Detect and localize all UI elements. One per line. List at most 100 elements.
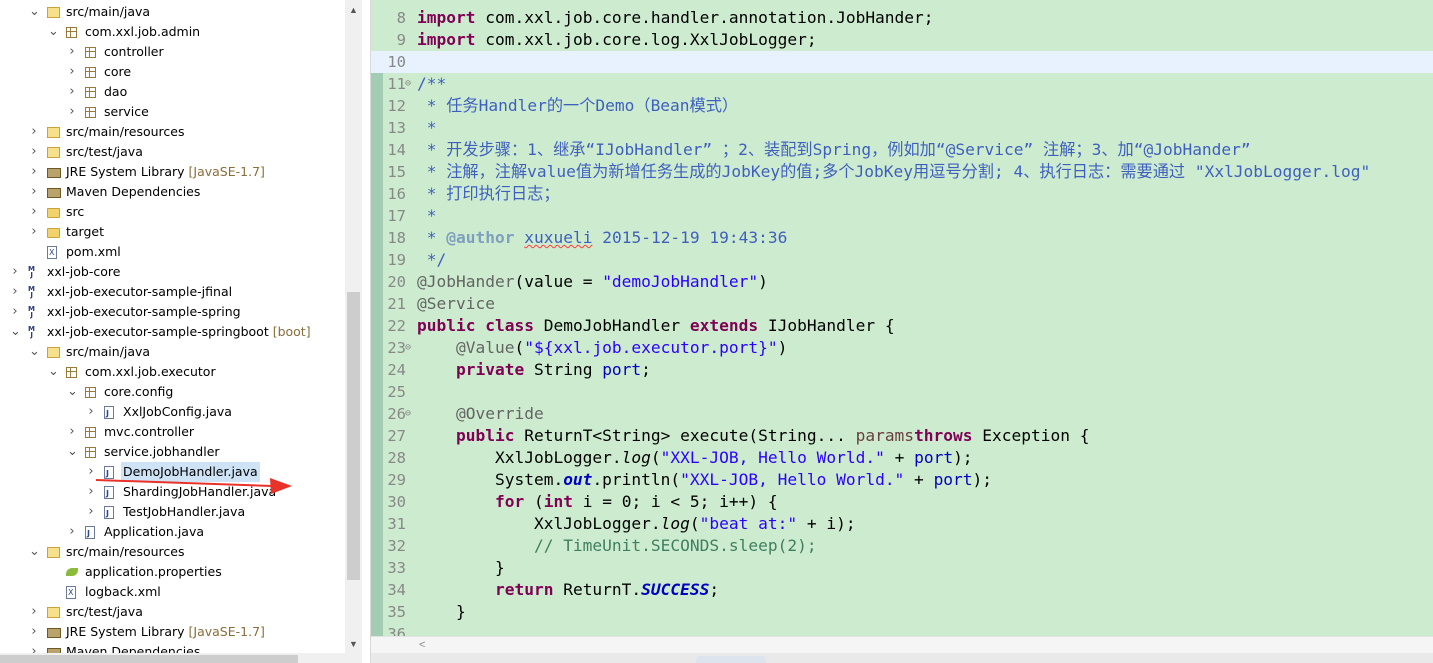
tree-item-label: src/main/java	[66, 344, 151, 359]
code-token: 2015-12-19 19:43:36	[592, 228, 788, 247]
code-token: @author	[446, 228, 515, 247]
chevron-right-icon[interactable]: ›	[86, 402, 96, 422]
code-line[interactable]: 30 for (int i = 0; i < 5; i++) {	[371, 491, 1433, 513]
code-token: port	[914, 448, 954, 467]
chevron-down-icon[interactable]: ⌄	[29, 542, 40, 562]
code-line[interactable]: 35 }	[371, 601, 1433, 623]
fold-toggle-icon[interactable]: ⊖	[405, 337, 414, 359]
code-text: for (int i = 0; i < 5; i++) {	[417, 491, 778, 513]
tree-item-label: dao	[104, 84, 128, 99]
code-line[interactable]: 27 public ReturnT<String> execute(String…	[371, 425, 1433, 447]
fold-toggle-icon[interactable]: ⊖	[405, 73, 414, 95]
chevron-right-icon[interactable]: ›	[29, 182, 39, 202]
code-token: port	[933, 470, 973, 489]
code-line[interactable]: 10	[371, 51, 1433, 73]
code-line[interactable]: 14 * 开发步骤：1、继承“IJobHandler” ；2、装配到Spring…	[371, 139, 1433, 161]
code-line[interactable]: 22 public class DemoJobHandler extends IJ…	[371, 315, 1433, 337]
tree-item-label: src/test/java	[66, 604, 143, 619]
chevron-right-icon[interactable]: ›	[86, 502, 96, 522]
code-text: */	[417, 249, 447, 271]
code-line[interactable]: 24 private String port;	[371, 359, 1433, 381]
chevron-right-icon[interactable]: ›	[67, 42, 77, 62]
code-line[interactable]: 12 * 任务Handler的一个Demo（Bean模式）	[371, 95, 1433, 117]
code-line[interactable]: 31 XxlJobLogger.log("beat at:" + i);	[371, 513, 1433, 535]
chevron-right-icon[interactable]: ›	[67, 82, 77, 102]
scroll-up-icon[interactable]: ▲	[345, 2, 362, 19]
scroll-thumb[interactable]	[347, 292, 360, 580]
chevron-right-icon[interactable]: ›	[67, 102, 77, 122]
tree-item-decoration: [boot]	[268, 324, 311, 339]
code-token: Exception {	[972, 426, 1090, 445]
explorer-vertical-scrollbar[interactable]: ▲ ▼	[345, 0, 362, 663]
tree-item-label: xxl-job-core	[47, 264, 121, 279]
tree-item-label: com.xxl.job.admin	[85, 24, 201, 39]
chevron-right-icon[interactable]: ›	[29, 602, 39, 622]
chevron-right-icon[interactable]: ›	[10, 302, 20, 322]
chevron-down-icon[interactable]: ⌄	[67, 382, 78, 402]
chevron-right-icon[interactable]: ›	[86, 482, 96, 502]
code-line[interactable]: 11 ⊖/**	[371, 73, 1433, 95]
code-line[interactable]: 25	[371, 381, 1433, 403]
code-line[interactable]: 8 import com.xxl.job.core.handler.annotat…	[371, 7, 1433, 29]
tree-item-label: src	[66, 204, 85, 219]
code-line[interactable]: 20 @JobHander(value = "demoJobHandler")	[371, 271, 1433, 293]
code-line[interactable]: 28 XxlJobLogger.log("XXL-JOB, Hello Worl…	[371, 447, 1433, 469]
chevron-right-icon[interactable]: ›	[86, 462, 96, 482]
code-line[interactable]: 17 *	[371, 205, 1433, 227]
code-line[interactable]: 21 @Service	[371, 293, 1433, 315]
code-token: );	[953, 448, 973, 467]
maven-project-icon: M J	[28, 325, 35, 339]
scroll-thumb-horizontal[interactable]	[0, 655, 298, 663]
code-line[interactable]: 33 }	[371, 557, 1433, 579]
tree-item-label: ShardingJobHandler.java	[123, 484, 277, 499]
code-editor[interactable]: 8 import com.xxl.job.core.handler.annotat…	[370, 0, 1433, 663]
chevron-right-icon[interactable]: ›	[67, 422, 77, 442]
code-line[interactable]: 16 * 打印执行日志；	[371, 183, 1433, 205]
chevron-right-icon[interactable]: ›	[29, 622, 39, 642]
code-line[interactable]: 23 ⊖ @Value("${xxl.job.executor.port}")	[371, 337, 1433, 359]
package-icon	[85, 47, 96, 58]
code-line[interactable]: 18 * @author xuxueli 2015-12-19 19:43:36	[371, 227, 1433, 249]
chevron-right-icon[interactable]: ›	[67, 62, 77, 82]
chevron-right-icon[interactable]: ›	[29, 142, 39, 162]
chevron-down-icon[interactable]: ⌄	[10, 322, 21, 342]
code-line[interactable]: 15 * 注解，注解value值为新增任务生成的JobKey的值;多个JobKe…	[371, 161, 1433, 183]
chevron-right-icon[interactable]: ›	[29, 162, 39, 182]
scroll-left-icon[interactable]: <	[419, 637, 425, 654]
chevron-down-icon[interactable]: ⌄	[29, 342, 40, 362]
chevron-right-icon[interactable]: ›	[29, 122, 39, 142]
chevron-right-icon[interactable]: ›	[67, 522, 77, 542]
line-number: 35	[387, 603, 406, 621]
tree-item-label: com.xxl.job.executor	[85, 364, 216, 379]
chevron-right-icon[interactable]: ›	[10, 282, 20, 302]
code-token: "demoJobHandler"	[602, 272, 759, 291]
tree-item-label: core.config	[104, 384, 174, 399]
code-line[interactable]: 34 return ReturnT.SUCCESS;	[371, 579, 1433, 601]
code-line[interactable]: 32 // TimeUnit.SECONDS.sleep(2);	[371, 535, 1433, 557]
code-line[interactable]: 19 */	[371, 249, 1433, 271]
chevron-right-icon[interactable]: ›	[10, 262, 20, 282]
code-token: return	[494, 580, 554, 599]
chevron-right-icon[interactable]: ›	[29, 202, 39, 222]
code-text: * 注解，注解value值为新增任务生成的JobKey的值;多个JobKey用逗…	[417, 161, 1371, 183]
bottom-tab[interactable]	[696, 656, 766, 663]
code-line[interactable]: 13 *	[371, 117, 1433, 139]
code-token: System.	[417, 470, 564, 489]
chevron-down-icon[interactable]: ⌄	[29, 2, 40, 22]
chevron-down-icon[interactable]: ⌄	[48, 362, 59, 382]
chevron-down-icon[interactable]: ⌄	[67, 442, 78, 462]
editor-horizontal-scrollbar[interactable]: <	[371, 636, 1433, 654]
code-token: DemoJobHandler	[533, 316, 690, 335]
code-line[interactable]: 26 ⊖ @Override	[371, 403, 1433, 425]
code-token: +	[904, 470, 934, 489]
chevron-right-icon[interactable]: ›	[29, 222, 39, 242]
chevron-down-icon[interactable]: ⌄	[48, 22, 59, 42]
code-line[interactable]: 29 System.out.println("XXL-JOB, Hello Wo…	[371, 469, 1433, 491]
code-line[interactable]: 9 import com.xxl.job.core.log.XxlJobLogge…	[371, 29, 1433, 51]
explorer-horizontal-scrollbar[interactable]	[0, 653, 345, 663]
scroll-down-icon[interactable]: ▼	[345, 636, 362, 653]
source-folder-icon	[47, 547, 60, 558]
fold-toggle-icon[interactable]: ⊖	[405, 403, 414, 425]
